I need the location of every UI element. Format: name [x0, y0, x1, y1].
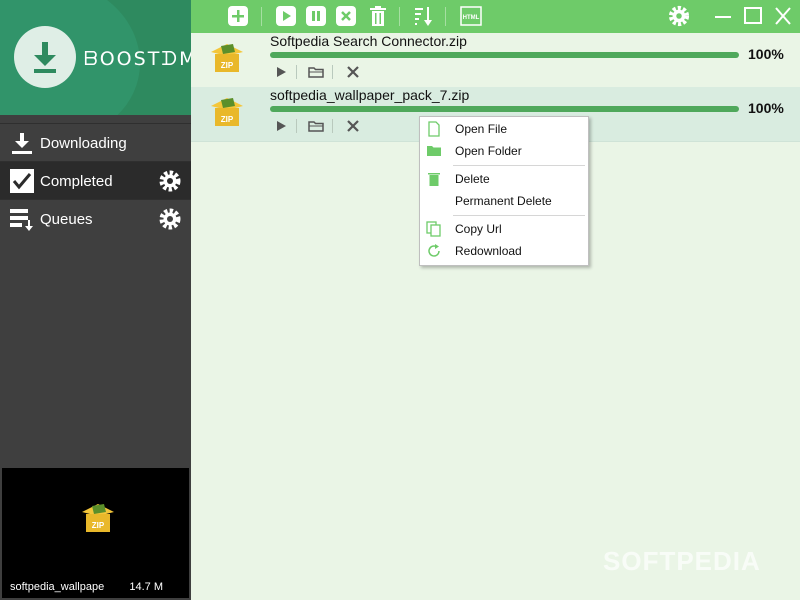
- menu-separator: [453, 165, 585, 166]
- menu-item-label: Open File: [455, 122, 508, 136]
- folder-icon[interactable]: [308, 64, 324, 80]
- logo-area: ᗷOOSTᗪM: [0, 0, 191, 115]
- download-icon: [12, 133, 32, 154]
- control-separator: [296, 65, 297, 79]
- sidebar-item-queues[interactable]: Queues: [0, 199, 191, 238]
- sidebar-item-label: Downloading: [40, 134, 127, 152]
- refresh-icon: [428, 244, 440, 257]
- settings-icon[interactable]: [668, 5, 690, 27]
- progress-percent: 100%: [748, 100, 784, 116]
- download-logo-icon: [34, 42, 56, 73]
- copy-icon: [426, 221, 441, 237]
- trash-icon[interactable]: [368, 6, 388, 26]
- menu-item-permanent-delete[interactable]: Permanent Delete: [420, 191, 588, 211]
- menu-item-open-folder[interactable]: Open Folder: [420, 141, 588, 161]
- menu-item-copy-url[interactable]: Copy Url: [420, 219, 588, 239]
- sidebar-item-label: Queues: [40, 210, 93, 228]
- close-icon[interactable]: [773, 6, 793, 26]
- progress-bar-fill: [270, 52, 739, 58]
- control-separator: [296, 119, 297, 133]
- toolbar-separator: [261, 7, 262, 26]
- menu-item-label: Delete: [455, 172, 490, 186]
- menu-item-label: Redownload: [455, 244, 522, 258]
- sidebar-item-completed[interactable]: Completed: [0, 161, 191, 200]
- menu-item-delete[interactable]: Delete: [420, 169, 588, 189]
- queue-icon: [10, 209, 33, 231]
- download-row[interactable]: ZIP Softpedia Search Connector.zip 100%: [191, 33, 800, 87]
- menu-separator: [453, 215, 585, 216]
- zip-file-icon: ZIP: [211, 44, 243, 72]
- file-preview: ZIP softpedia_wallpape 14.7 M: [2, 468, 189, 598]
- add-icon[interactable]: [228, 6, 248, 26]
- minimize-icon[interactable]: [713, 6, 733, 26]
- zip-file-icon: ZIP: [211, 98, 243, 126]
- control-separator: [332, 65, 333, 79]
- sort-icon[interactable]: [414, 6, 434, 26]
- toolbar: HTML: [191, 0, 800, 33]
- html-icon-label: HTML: [463, 15, 480, 21]
- gear-icon[interactable]: [158, 207, 182, 231]
- progress-percent: 100%: [748, 46, 784, 62]
- menu-item-label: Permanent Delete: [455, 194, 552, 208]
- svg-text:ZIP: ZIP: [92, 521, 105, 530]
- progress-bar-fill: [270, 106, 739, 112]
- progress-bar: [270, 52, 739, 58]
- app-logo-text: ᗷOOSTᗪM: [84, 48, 191, 70]
- toolbar-separator: [399, 7, 400, 26]
- menu-item-label: Open Folder: [455, 144, 522, 158]
- svg-text:ZIP: ZIP: [221, 61, 234, 70]
- pause-icon[interactable]: [306, 6, 326, 26]
- download-filename: softpedia_wallpaper_pack_7.zip: [270, 87, 470, 103]
- play-icon[interactable]: [276, 6, 296, 26]
- logo-circle: [14, 26, 76, 88]
- menu-item-label: Copy Url: [455, 222, 502, 236]
- play-icon[interactable]: [273, 64, 289, 80]
- menu-item-open-file[interactable]: Open File: [420, 119, 588, 139]
- toolbar-separator: [445, 7, 446, 26]
- sidebar-item-label: Completed: [40, 172, 113, 190]
- svg-text:ZIP: ZIP: [221, 115, 234, 124]
- context-menu: Open File Open Folder Delete Permanent D…: [419, 116, 589, 266]
- preview-filesize: 14.7 M: [129, 581, 163, 593]
- preview-filename: softpedia_wallpape: [10, 581, 105, 593]
- html-icon[interactable]: HTML: [460, 6, 482, 26]
- play-icon[interactable]: [273, 118, 289, 134]
- gear-icon[interactable]: [158, 169, 182, 193]
- menu-item-redownload[interactable]: Redownload: [420, 241, 588, 261]
- progress-bar: [270, 106, 739, 112]
- download-filename: Softpedia Search Connector.zip: [270, 33, 467, 49]
- trash-icon: [428, 173, 440, 186]
- folder-icon[interactable]: [308, 118, 324, 134]
- sidebar-item-downloading[interactable]: Downloading: [0, 123, 191, 162]
- checkbox-icon: [10, 169, 34, 193]
- watermark: SOFTPEDIA: [603, 546, 761, 576]
- file-icon: [428, 121, 440, 137]
- zip-file-icon: ZIP: [82, 504, 114, 532]
- cancel-icon[interactable]: [345, 64, 361, 80]
- control-separator: [332, 119, 333, 133]
- sidebar: ᗷOOSTᗪM Downloading Completed Queues ZIP…: [0, 0, 191, 600]
- folder-icon: [427, 146, 441, 156]
- stop-icon[interactable]: [336, 6, 356, 26]
- cancel-icon[interactable]: [345, 118, 361, 134]
- maximize-icon[interactable]: [743, 6, 763, 26]
